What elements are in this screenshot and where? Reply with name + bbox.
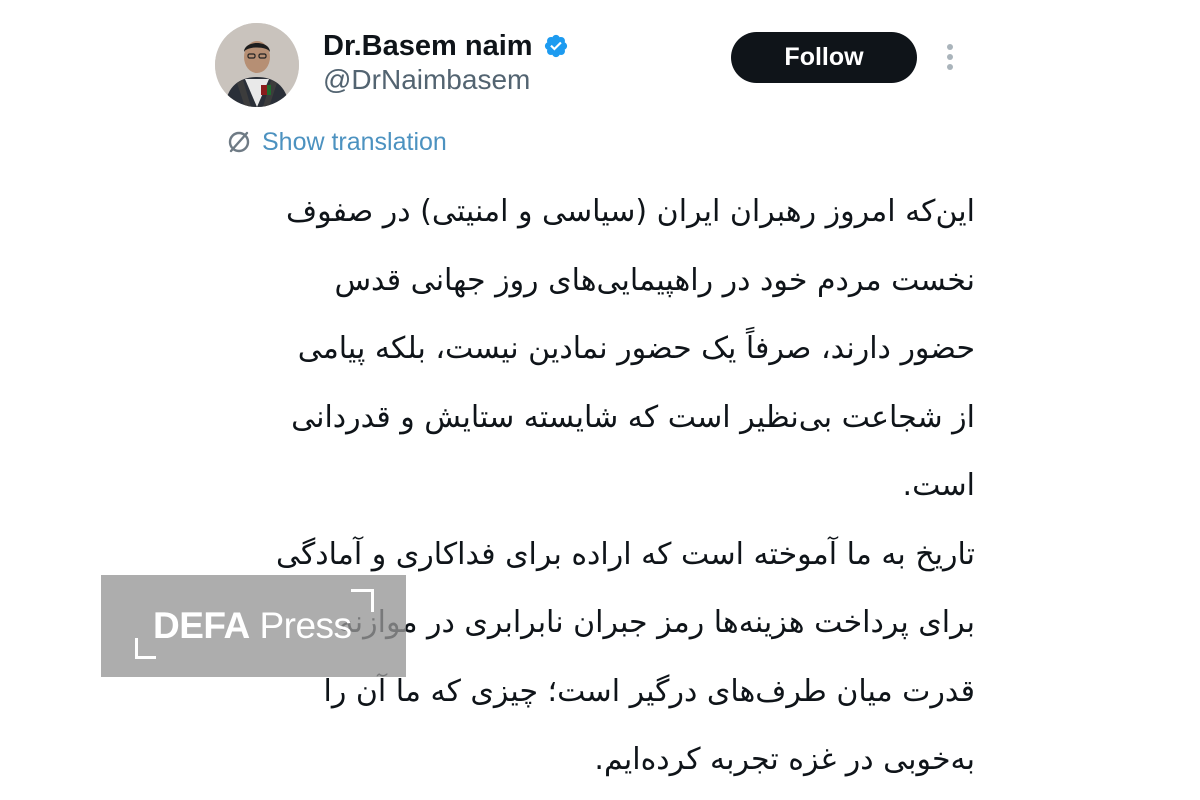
display-name[interactable]: Dr.Basem naim: [323, 30, 533, 63]
show-translation-label[interactable]: Show translation: [262, 128, 447, 157]
watermark-brand-light: Press: [259, 605, 352, 646]
show-translation-link[interactable]: Show translation: [226, 124, 447, 160]
tweet-line: به‌خوبی در غزه تجربه کرده‌ایم.: [594, 742, 975, 777]
tweet-line: این‌که امروز رهبران ایران (سیاسی و امنیت…: [285, 194, 975, 229]
watermark-text: DEFA Press: [153, 605, 352, 647]
tweet-line: نخست مردم خود در راهپیمایی‌های روز جهانی…: [334, 262, 975, 298]
translate-icon: [226, 129, 252, 155]
tweet-line: است.: [902, 468, 975, 503]
tweet-line: از شجاعت بی‌نظیر است که شایسته ستایش و ق…: [291, 399, 975, 435]
tweet-screenshot: Dr.Basem naim @DrNaimbasem Follow Show t…: [0, 0, 1200, 800]
watermark-brand-bold: DEFA: [153, 605, 250, 646]
avatar[interactable]: [215, 23, 299, 107]
profile-photo-icon: [215, 23, 299, 107]
author-name-row[interactable]: Dr.Basem naim: [323, 26, 569, 66]
vertical-ellipsis-icon[interactable]: [937, 40, 963, 74]
follow-button[interactable]: Follow: [731, 32, 917, 83]
tweet-line: حضور دارند، صرفاً یک حضور نمادین نیست، ب…: [297, 331, 975, 366]
defa-press-watermark: DEFA Press: [101, 575, 406, 677]
verified-badge-icon: [543, 33, 569, 59]
watermark-corner-tr: [351, 589, 374, 612]
user-handle[interactable]: @DrNaimbasem: [323, 64, 530, 96]
tweet-text: این‌که امروز رهبران ایران (سیاسی و امنیت…: [210, 178, 975, 795]
